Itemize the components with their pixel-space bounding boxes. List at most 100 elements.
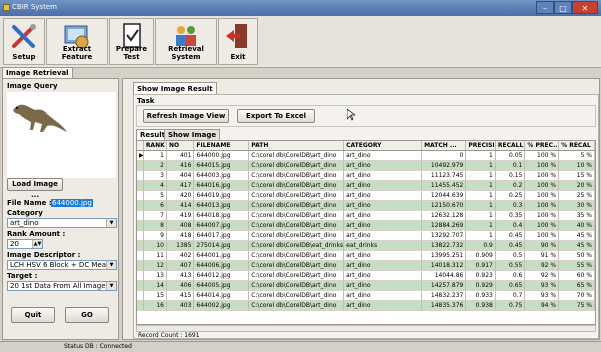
image-query-label: Image Query (7, 82, 58, 90)
table-cell: 0.5 (495, 250, 526, 261)
table-cell: 14 (143, 280, 168, 291)
column-header[interactable]: % RECAL (558, 141, 595, 151)
table-cell: 6 (143, 200, 168, 211)
minimize-button[interactable]: – (536, 1, 554, 14)
table-cell: art_dino (343, 270, 423, 281)
image-descriptor-select[interactable]: LCH HSV 6 Block + DC Mean ▼ (7, 260, 117, 270)
table-cell: art_dino (343, 280, 423, 291)
table-cell: 100 % (524, 170, 560, 181)
stepper-arrows-icon[interactable]: ▲▼ (32, 240, 42, 248)
toolbar: Setup Extract Feature Prepare Test Retri… (0, 16, 601, 68)
tab-show-image-result[interactable]: Show Image Result (133, 82, 217, 94)
table-cell: 644006.jpg (193, 260, 250, 271)
table-cell: 13995.251 (421, 250, 467, 261)
retrieval-system-label: Retrieval System (168, 45, 204, 61)
table-row[interactable]: 16 403 644002.jpg C:\corel db\CorelDB\art_d… (137, 300, 595, 311)
results-table: RANK NO FILENAME PATH CATEGORY MATCH ...… (137, 141, 595, 311)
table-row[interactable]: 14 406 644005.jpg C:\corel db\CorelDB\art_d… (137, 280, 595, 291)
exit-label: Exit (230, 53, 246, 61)
table-row[interactable]: ▶ 1 401 644000.jpg C:\corel db\CorelDB\art_d… (137, 150, 595, 161)
table-cell: 13292.707 (421, 230, 467, 241)
extract-feature-label: Extract Feature (61, 45, 93, 61)
column-header[interactable]: PRECISI... (465, 141, 496, 151)
column-header[interactable]: RECALL (495, 141, 526, 151)
table-cell: 644015.jpg (193, 160, 250, 171)
table-row[interactable]: 3 404 644003.jpg C:\corel db\CorelDB\art_di… (137, 170, 595, 181)
table-cell: 2 (143, 160, 168, 171)
table-row[interactable]: 9 418 644017.jpg C:\corel db\CorelDB\art_di… (137, 230, 595, 241)
tab-image-retrieval[interactable]: Image Retrieval (2, 67, 73, 78)
column-header[interactable]: NO (166, 141, 195, 151)
table-row[interactable]: 7 419 644018.jpg C:\corel db\CorelDB\art_di… (137, 210, 595, 221)
table-row[interactable]: 8 408 644007.jpg C:\corel db\CorelDB\art_di… (137, 220, 595, 231)
table-cell: 0.3 (495, 200, 526, 211)
close-button[interactable]: ✕ (572, 1, 598, 14)
table-cell: 419 (166, 210, 195, 221)
retrieval-system-button[interactable]: Retrieval System (155, 18, 217, 65)
table-cell: 644014.jpg (193, 290, 250, 301)
table-cell: 644007.jpg (193, 220, 250, 231)
column-header[interactable]: % PREC... (524, 141, 560, 151)
rank-amount-stepper[interactable]: 20 ▲▼ (7, 239, 43, 249)
table-cell: 60 % (558, 270, 595, 281)
table-cell: 12884.269 (421, 220, 467, 231)
extract-feature-button[interactable]: Extract Feature (46, 18, 108, 65)
table-cell: C:\corel db\CorelDB\art_dino (248, 210, 345, 221)
table-cell: 1 (465, 160, 496, 171)
chevron-down-icon[interactable]: ▼ (106, 261, 116, 269)
results-grid[interactable]: RANK NO FILENAME PATH CATEGORY MATCH ...… (136, 140, 596, 325)
table-cell: 14257.879 (421, 280, 467, 291)
table-cell: 420 (166, 190, 195, 201)
table-cell: 0.6 (495, 270, 526, 281)
column-header[interactable]: RANK (143, 141, 168, 151)
target-select[interactable]: 20 1st Data From All Image File ▼ (7, 281, 117, 291)
refresh-image-view-button[interactable]: Refresh Image View (143, 109, 229, 123)
go-button[interactable]: GO (65, 307, 109, 323)
table-row[interactable]: 15 415 644014.jpg C:\corel db\CorelDB\art_d… (137, 290, 595, 301)
column-header[interactable]: PATH (248, 141, 345, 151)
quit-button[interactable]: Quit (11, 307, 55, 323)
table-row[interactable]: 2 416 644015.jpg C:\corel db\CorelDB\art_di… (137, 160, 595, 171)
load-image-button[interactable]: Load Image ... (7, 178, 63, 199)
setup-button[interactable]: Setup (3, 18, 45, 65)
table-cell: 10 % (558, 160, 595, 171)
file-name-label: File Name : (7, 199, 52, 207)
chevron-down-icon[interactable]: ▼ (106, 282, 116, 290)
tab-show-image[interactable]: Show Image (164, 129, 221, 140)
table-cell: 0.45 (495, 240, 526, 251)
column-header[interactable]: CATEGORY (343, 141, 423, 151)
column-header[interactable]: MATCH ... (421, 141, 467, 151)
table-cell: 413 (166, 270, 195, 281)
horizontal-scrollbar[interactable] (136, 325, 596, 332)
column-header[interactable]: FILENAME (193, 141, 250, 151)
table-row[interactable]: 11 402 644001.jpg C:\corel db\CorelDB\art_d… (137, 250, 595, 261)
table-cell: 275014.jpg (193, 240, 250, 251)
table-row[interactable]: 5 420 644019.jpg C:\corel db\CorelDB\art_di… (137, 190, 595, 201)
result-pane: Task Refresh Image View Export To Excel … (133, 94, 599, 339)
target-value: 20 1st Data From All Image File (10, 282, 117, 290)
category-select[interactable]: art_dino ▼ (7, 218, 117, 228)
maximize-button[interactable]: □ (554, 1, 572, 14)
table-row[interactable]: 6 414 644013.jpg C:\corel db\CorelDB\art_di… (137, 200, 595, 211)
left-panel: Image Query Load Image ... File Name : 6… (2, 78, 119, 340)
table-cell: 14835.376 (421, 300, 467, 311)
table-row[interactable]: 13 413 644012.jpg C:\corel db\CorelDB\art_d… (137, 270, 595, 281)
table-cell: 1 (465, 220, 496, 231)
export-to-excel-button[interactable]: Export To Excel (237, 109, 315, 123)
table-cell: C:\corel db\CorelDB\art_dino (248, 170, 345, 181)
table-row[interactable]: 12 407 644006.jpg C:\corel db\CorelDB\art_d… (137, 260, 595, 271)
table-cell: 403 (166, 300, 195, 311)
prepare-test-button[interactable]: Prepare Test (109, 18, 154, 65)
table-row[interactable]: 4 417 644016.jpg C:\corel db\CorelDB\art_di… (137, 180, 595, 191)
table-cell: C:\corel db\CorelDB\art_dino (248, 300, 345, 311)
chevron-down-icon[interactable]: ▼ (106, 219, 116, 227)
exit-button[interactable]: Exit (218, 18, 258, 65)
mouse-cursor-icon (347, 109, 355, 121)
table-row[interactable]: 10 1385 275014.jpg C:\corel db\CorelDB\eat_… (137, 240, 595, 251)
table-cell: 11455.452 (421, 180, 467, 191)
table-cell: art_dino (343, 260, 423, 271)
table-cell: 40 % (558, 220, 595, 231)
table-cell: art_dino (343, 190, 423, 201)
table-cell: 5 % (558, 150, 595, 161)
table-cell: 4 (143, 180, 168, 191)
